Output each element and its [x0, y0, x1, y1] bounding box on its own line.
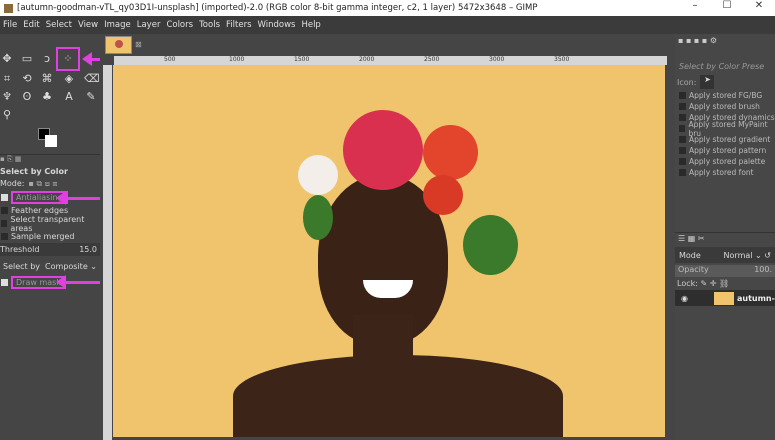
canvas-area: ⊠ 500 1000 1500 2000 2500 3000 3500 — [100, 34, 673, 440]
image-canvas[interactable] — [113, 65, 665, 437]
list-item[interactable]: Apply stored gradient — [678, 134, 775, 145]
layer-row[interactable]: ◉ autumn- — [675, 290, 775, 306]
white-flower — [298, 155, 338, 195]
list-item[interactable]: Apply stored palette — [678, 156, 775, 167]
move-tool-icon[interactable]: ✥ — [0, 52, 14, 66]
close-tab-icon[interactable]: ⊠ — [135, 40, 142, 49]
icon-row: Icon: ➤ — [675, 74, 775, 90]
menu-help[interactable]: Help — [298, 20, 323, 30]
list-item[interactable]: Apply stored pattern — [678, 145, 775, 156]
path-icon[interactable]: ♆ — [0, 90, 14, 104]
text-tool-icon[interactable]: A — [62, 90, 76, 104]
rect-select-icon[interactable]: ▭ — [20, 52, 34, 66]
menu-image[interactable]: Image — [101, 20, 134, 30]
mode-buttons[interactable]: ▪ ⧉ ⧈ ⧇ — [29, 179, 58, 189]
list-item[interactable]: Apply stored font — [678, 167, 775, 178]
layer-name: autumn- — [736, 293, 775, 303]
select-by-dropdown[interactable]: Composite ⌄ — [45, 262, 97, 271]
feather-checkbox[interactable] — [1, 207, 8, 214]
clone-icon[interactable]: ♣ — [40, 90, 54, 104]
eraser-icon[interactable]: ⌫ — [84, 72, 100, 86]
sample-merged-row[interactable]: Sample merged — [0, 230, 100, 243]
mode-label: Mode: — [0, 179, 25, 188]
transform-icon[interactable]: ⟲ — [20, 72, 34, 86]
minimize-button[interactable]: – — [679, 0, 711, 11]
smudge-icon[interactable]: ʘ — [20, 90, 34, 104]
window-title: [autumn-goodman-vTL_qy03D1I-unsplash] (i… — [17, 3, 538, 13]
color-picker-icon[interactable]: ✎ — [84, 90, 98, 104]
lock-row: Lock: ✎ ✛ ⛓ — [677, 279, 730, 288]
menu-tools[interactable]: Tools — [196, 20, 223, 30]
orange-flower — [423, 125, 478, 180]
menu-edit[interactable]: Edit — [20, 20, 42, 30]
right-dock: ▪ ▪ ▪ ▪ ⚙ Select by Color Prese Icon: ➤ A… — [675, 34, 775, 440]
shoulders — [233, 355, 563, 437]
options-tabs[interactable]: ▪ ⎘ ▦ — [0, 154, 100, 164]
list-item[interactable]: Apply stored MyPaint bru — [678, 120, 775, 138]
leaves — [303, 195, 333, 240]
toolbox: ✥ ▭ ↄ ⁘ ⌗ ⟲ ⌘ ◈ ⌫ ♆ ʘ ♣ A ✎ ⚲ ▪ ⎘ ▦ Sele… — [0, 34, 100, 440]
list-item[interactable]: Apply stored brush — [678, 101, 775, 112]
red-flower — [423, 175, 463, 215]
dock-tabs[interactable]: ▪ ▪ ▪ ▪ ⚙ — [675, 34, 775, 48]
leaves — [463, 215, 518, 275]
menu-colors[interactable]: Colors — [163, 20, 196, 30]
select-by-label: Select by — [3, 262, 41, 271]
zoom-icon[interactable]: ⚲ — [0, 108, 14, 122]
opacity-slider[interactable]: Opacity 100. — [675, 265, 775, 277]
layer-thumbnail — [713, 291, 734, 305]
menu-filters[interactable]: Filters — [223, 20, 254, 30]
menu-file[interactable]: File — [0, 20, 20, 30]
draw-mask-checkbox[interactable] — [1, 279, 8, 286]
warp-icon[interactable]: ⌘ — [40, 72, 54, 86]
presets-title: Select by Color Prese — [679, 62, 765, 71]
horizontal-ruler[interactable]: 500 1000 1500 2000 2500 3000 3500 — [114, 56, 667, 65]
list-item[interactable]: Apply stored FG/BG — [678, 90, 775, 101]
menu-windows[interactable]: Windows — [255, 20, 299, 30]
threshold-value[interactable]: 15.0 — [79, 245, 97, 254]
threshold-label: Threshold — [0, 245, 40, 254]
presets-list: Apply stored FG/BG Apply stored brush Ap… — [675, 90, 775, 178]
mode-row: Mode: ▪ ⧉ ⧈ ⧇ — [0, 177, 100, 190]
eye-icon[interactable]: ◉ — [681, 294, 688, 303]
bg-color-swatch[interactable] — [45, 135, 57, 147]
crop-icon[interactable]: ⌗ — [0, 72, 14, 86]
transparent-row[interactable]: Select transparent areas — [0, 215, 100, 233]
antialiasing-checkbox[interactable] — [1, 194, 8, 201]
menu-bar: File Edit Select View Image Layer Colors… — [0, 16, 775, 34]
menu-view[interactable]: View — [75, 20, 101, 30]
mode-dropdown[interactable]: Normal ⌄ ↺ — [724, 251, 771, 260]
select-by-color-icon[interactable]: ⁘ — [56, 47, 80, 71]
tool-options-title: Select by Color — [0, 167, 68, 176]
lock-icons[interactable]: ✎ ✛ ⛓ — [700, 279, 729, 288]
image-tab-thumbnail[interactable] — [105, 36, 132, 54]
layers-tabs[interactable]: ☰ ▦ ✂ — [675, 232, 775, 244]
threshold-slider[interactable]: Threshold 15.0 — [0, 243, 100, 256]
transparent-checkbox[interactable] — [1, 220, 8, 227]
vertical-ruler[interactable] — [103, 65, 112, 440]
select-by-row[interactable]: Select by Composite ⌄ — [0, 260, 100, 273]
title-bar: [autumn-goodman-vTL_qy03D1I-unsplash] (i… — [0, 0, 775, 16]
sample-merged-label: Sample merged — [11, 232, 75, 241]
close-button[interactable]: ✕ — [743, 0, 775, 11]
gimp-icon — [4, 3, 13, 13]
menu-layer[interactable]: Layer — [134, 20, 164, 30]
bucket-icon[interactable]: ◈ — [62, 72, 76, 86]
sample-merged-checkbox[interactable] — [1, 233, 8, 240]
pink-flower — [343, 110, 423, 190]
layer-mode-row[interactable]: Mode Normal ⌄ ↺ — [675, 247, 775, 263]
lasso-icon[interactable]: ↄ — [40, 52, 54, 66]
cursor-icon[interactable]: ➤ — [700, 75, 715, 89]
menu-select[interactable]: Select — [43, 20, 75, 30]
maximize-button[interactable]: ☐ — [711, 0, 743, 11]
